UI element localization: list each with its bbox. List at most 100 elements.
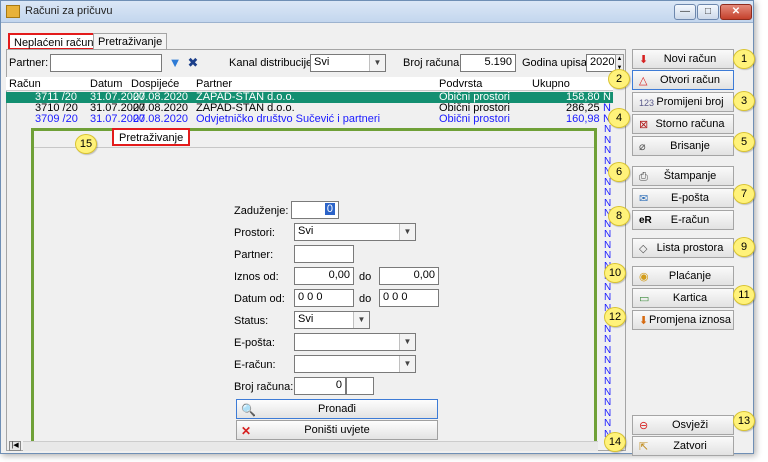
prostori-label: Prostori: <box>234 227 275 239</box>
iznos-from-input[interactable]: 0,00 <box>294 267 354 285</box>
iznos-to-input[interactable]: 0,00 <box>379 267 439 285</box>
table-row[interactable]: 3709 /20 31.07.2020 07.08.2020 Odvjetnič… <box>6 113 613 125</box>
einvoice-label: E-račun <box>670 214 710 226</box>
minimize-button[interactable]: — <box>674 4 696 20</box>
prostori-select[interactable]: Svi ▼ <box>294 223 416 241</box>
change-number-label: Promijeni broj <box>656 96 724 108</box>
warning-triangle-icon: △ <box>639 75 648 87</box>
zaduzenje-input[interactable]: 0 <box>291 201 339 219</box>
close-window-button[interactable]: ⇱ Zatvori <box>632 436 734 456</box>
main-window: Računi za pričuvu — □ ✕ Neplaćeni računi… <box>0 0 754 456</box>
printer-icon: ⎙ <box>639 171 648 183</box>
callout-15: 15 <box>75 134 97 154</box>
callout-1: 1 <box>733 49 755 69</box>
callout-13: 13 <box>733 411 755 431</box>
iznos-do-label: do <box>359 271 372 283</box>
col-podvrsta[interactable]: Podvrsta <box>439 78 482 90</box>
payment-button[interactable]: ◉ Plaćanje <box>632 266 734 286</box>
search-icon: 🔍 <box>241 403 256 417</box>
partner-filter-label: Partner: <box>9 57 49 69</box>
email-button[interactable]: ✉ E-pošta <box>632 188 734 208</box>
email-label: E-pošta <box>671 192 709 204</box>
invoice-number-label: Broj računa: <box>403 57 463 69</box>
col-partner[interactable]: Partner <box>196 78 232 90</box>
diamond-icon: ◇ <box>639 243 648 255</box>
search-panel-tab[interactable]: Pretraživanje <box>112 128 191 146</box>
premises-list-button[interactable]: ◇ Lista prostora <box>632 238 734 258</box>
tab-search[interactable]: Pretraživanje <box>93 33 168 50</box>
close-button[interactable]: ✕ <box>720 4 752 20</box>
callout-2: 2 <box>608 69 630 89</box>
premises-list-label: Lista prostora <box>656 242 724 254</box>
delete-button[interactable]: ⌀ Brisanje <box>632 136 734 156</box>
callout-7: 7 <box>733 184 755 204</box>
open-invoice-button[interactable]: △ Otvori račun <box>632 70 734 90</box>
storno-button[interactable]: ⊠ Storno računa <box>632 114 734 134</box>
flag-cell: N <box>604 187 612 198</box>
callout-3: 3 <box>733 91 755 111</box>
col-racun[interactable]: Račun <box>9 78 41 90</box>
reset-button[interactable]: ✕ Poništi uvjete <box>236 420 438 440</box>
eposta-select[interactable]: ▼ <box>294 333 416 351</box>
app-icon <box>6 5 20 18</box>
new-doc-icon: ⬇ <box>639 54 649 66</box>
partner-filter-input[interactable] <box>50 54 162 72</box>
delete-label: Brisanje <box>670 140 710 152</box>
card-label: Kartica <box>672 292 708 304</box>
numbers-icon: 123 <box>639 98 655 108</box>
reset-button-label: Poništi uvjete <box>304 424 370 436</box>
maximize-button[interactable]: □ <box>697 4 719 20</box>
horizontal-scrollbar[interactable] <box>23 441 598 451</box>
status-select[interactable]: Svi ▼ <box>294 311 370 329</box>
flag-cell: N <box>604 334 612 345</box>
datum-to-input[interactable]: 0 0 0 <box>379 289 439 307</box>
broj-racuna-suffix-input[interactable] <box>346 377 374 395</box>
find-button[interactable]: 🔍 Pronađi <box>236 399 438 419</box>
col-ukupno[interactable]: Ukupno <box>532 78 570 90</box>
broj-racuna-label: Broj računa: <box>234 381 294 393</box>
close-icon: ✕ <box>241 424 252 438</box>
amount-change-label: Promjena iznosa <box>649 314 731 326</box>
print-button[interactable]: ⎙ Štampanje <box>632 166 734 186</box>
invoice-number-input[interactable]: 5.190 <box>460 54 516 72</box>
callout-12: 12 <box>604 307 626 327</box>
filter-icon[interactable]: ▼ <box>166 54 184 72</box>
chevron-down-icon: ▼ <box>399 334 415 350</box>
eracun-select[interactable]: ▼ <box>294 355 416 373</box>
open-invoice-label: Otvori račun <box>660 74 720 86</box>
cancel-box-icon: ⊠ <box>639 119 649 131</box>
new-invoice-label: Novi račun <box>663 53 717 65</box>
flag-cell: N <box>604 250 612 261</box>
callout-8: 8 <box>608 206 630 226</box>
cell-podvrsta: Obični prostori <box>439 113 510 125</box>
clear-filter-icon[interactable]: ✖ <box>184 54 202 72</box>
year-input[interactable]: 2020 <box>586 54 616 72</box>
card-button[interactable]: ▭ Kartica <box>632 288 734 308</box>
channel-select[interactable]: Svi ▼ <box>310 54 386 72</box>
eposta-label: E-pošta: <box>234 337 275 349</box>
zaduzenje-label: Zaduženje: <box>234 205 289 217</box>
broj-racuna-input[interactable]: 0 <box>294 377 346 395</box>
datum-from-input[interactable]: 0 0 0 <box>294 289 354 307</box>
chevron-down-icon: ▼ <box>399 224 415 240</box>
col-dospijece[interactable]: Dospijeće <box>131 78 179 90</box>
grid-header: Račun Datum Dospijeće Partner Podvrsta U… <box>6 77 613 91</box>
first-record-button[interactable]: |◀ <box>9 441 21 451</box>
refresh-button[interactable]: ⊖ Osvježi <box>632 415 734 435</box>
payment-label: Plaćanje <box>668 270 712 282</box>
tab-unpaid-invoices[interactable]: Neplaćeni računi <box>8 33 102 50</box>
new-invoice-button[interactable]: ⬇ Novi račun <box>632 49 734 69</box>
cell-ukupno: 160,98 <box>566 113 600 125</box>
col-datum[interactable]: Datum <box>90 78 122 90</box>
flag-cell: N <box>604 355 612 366</box>
status-label: Status: <box>234 315 269 327</box>
cell-partner: Odvjetničko društvo Sučević i partneri <box>196 113 381 125</box>
chevron-down-icon: ▼ <box>353 312 369 328</box>
partner-search-input[interactable] <box>294 245 354 263</box>
amount-change-button[interactable]: ⬇ Promjena iznosa <box>632 310 734 330</box>
coins-icon: ◉ <box>639 271 649 283</box>
change-number-button[interactable]: 123 Promijeni broj <box>632 92 734 112</box>
einvoice-button[interactable]: eR E-račun <box>632 210 734 230</box>
refresh-icon: ⊖ <box>639 420 649 432</box>
storno-label: Storno računa <box>655 118 725 130</box>
